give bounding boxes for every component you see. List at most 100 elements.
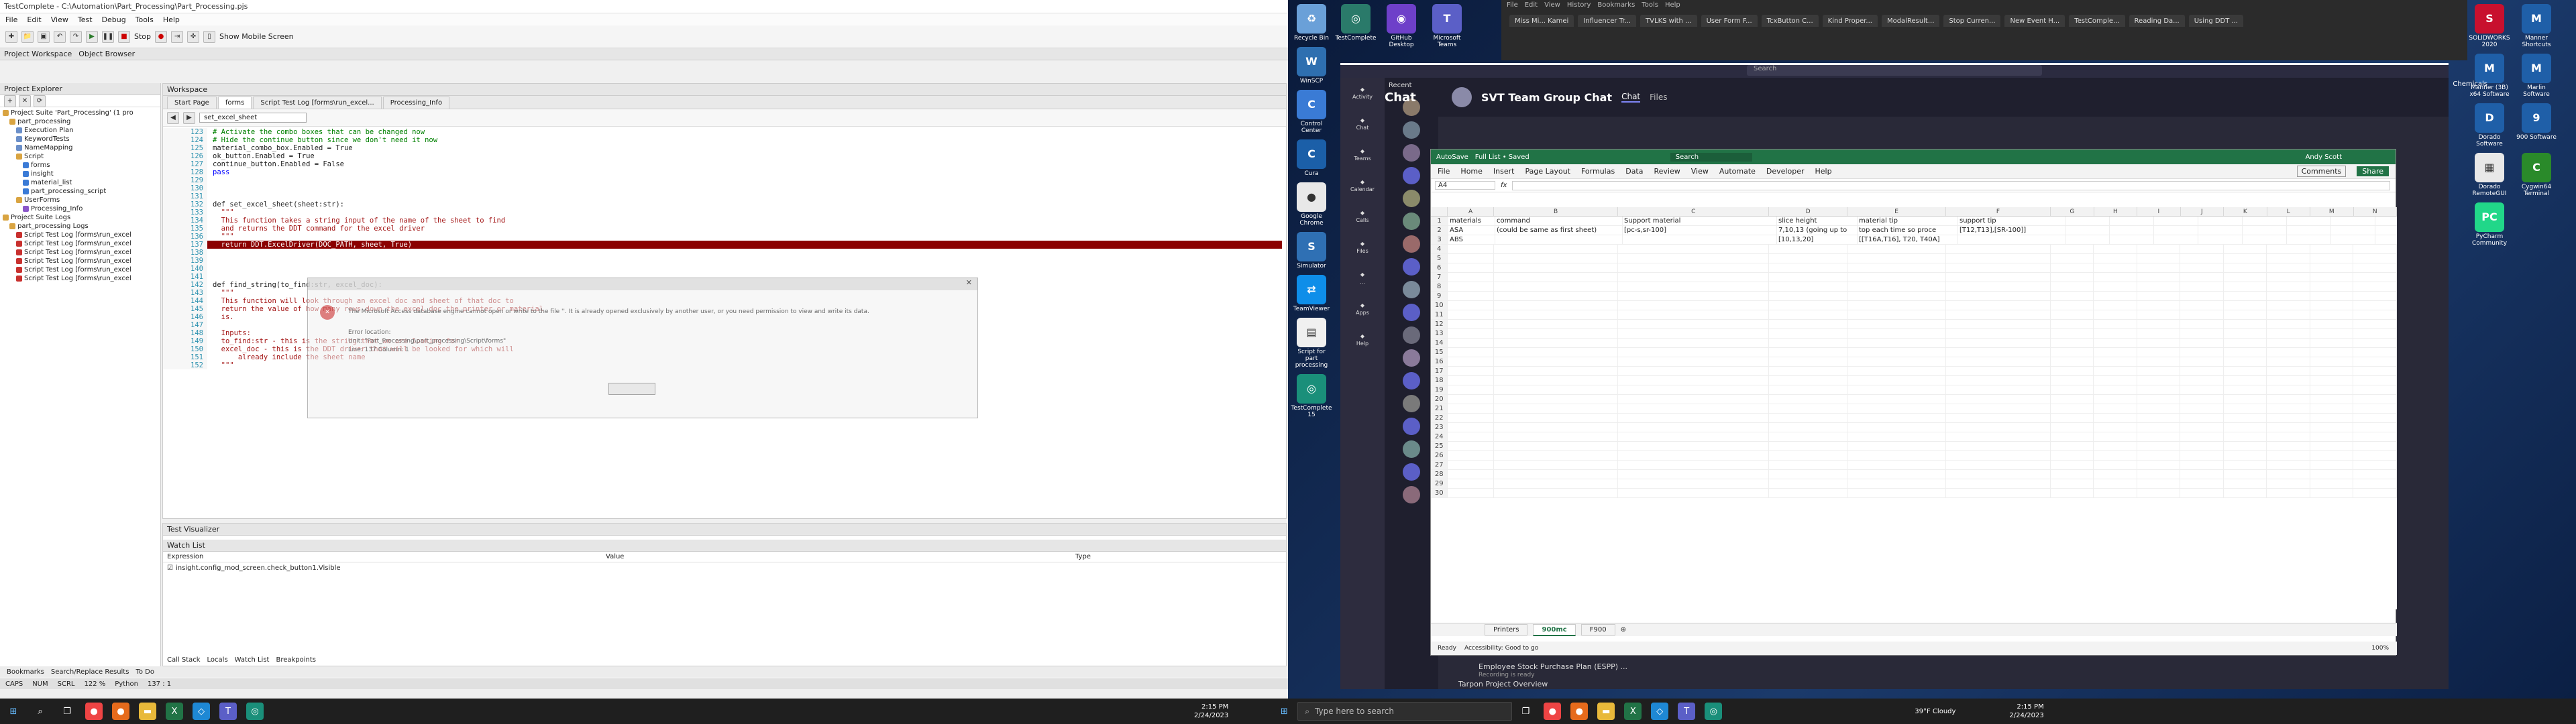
sheet-cell[interactable] — [2310, 245, 2354, 253]
sheet-cell[interactable] — [1448, 282, 1494, 291]
browser-menu-item[interactable]: History — [1567, 1, 1591, 9]
sheet-cell[interactable] — [1847, 451, 1946, 460]
sheet-cell[interactable] — [1946, 442, 2051, 450]
sheet-cell[interactable] — [1847, 404, 1946, 413]
sheet-row[interactable]: 18 — [1431, 376, 2397, 385]
sheet-cell[interactable] — [1769, 376, 1848, 385]
vscode-icon-2[interactable]: ◇ — [1651, 703, 1669, 720]
sheet-cell[interactable] — [2137, 310, 2181, 319]
sheet-cell[interactable] — [2310, 254, 2354, 263]
col-value[interactable]: Value — [606, 553, 1075, 560]
sheet-cell[interactable] — [1946, 310, 2051, 319]
sheet-cell[interactable] — [2180, 254, 2224, 263]
zoom-level[interactable]: 100% — [2371, 645, 2389, 652]
sheet-cell[interactable] — [2094, 320, 2137, 328]
sheet-cell[interactable] — [1769, 470, 1848, 479]
sheet-cell[interactable] — [2137, 479, 2181, 488]
avatar[interactable] — [1403, 395, 1420, 412]
browser-menu-item[interactable]: Help — [1665, 1, 1680, 9]
sheet-cell[interactable] — [2331, 217, 2375, 225]
show-mobile-screen[interactable]: Show Mobile Screen — [219, 32, 294, 41]
sheet-cell[interactable] — [2137, 395, 2181, 404]
sheet-cell[interactable]: slice height — [1777, 217, 1858, 225]
taskbar-search[interactable]: ⌕ Type here to search — [1297, 702, 1513, 721]
sheet-cell[interactable] — [1769, 348, 1848, 357]
sheet-cell[interactable] — [2137, 273, 2181, 282]
sheet-cell[interactable] — [2180, 461, 2224, 469]
sheet-cell[interactable] — [2310, 432, 2354, 441]
sheet-cell[interactable] — [1494, 282, 1619, 291]
sheet-cell[interactable] — [1847, 461, 1946, 469]
sheet-cell[interactable] — [2051, 245, 2094, 253]
sheet-cell[interactable] — [2094, 245, 2137, 253]
tree-item[interactable]: Processing_Info — [3, 204, 158, 213]
sheet-cell[interactable] — [2267, 385, 2310, 394]
desktop-icon[interactable]: ● Google Chrome — [1291, 182, 1332, 227]
sheet-cell[interactable] — [2224, 423, 2267, 432]
avatar[interactable] — [1403, 190, 1420, 207]
sheet-cell[interactable] — [2310, 376, 2354, 385]
stop-label[interactable]: Stop — [134, 32, 151, 41]
sheet-cell[interactable] — [2137, 282, 2181, 291]
sheet-cell[interactable] — [1494, 367, 1619, 375]
sheet-cell[interactable] — [1618, 339, 1769, 347]
sheet-row[interactable]: 15 — [1431, 348, 2397, 357]
sheet-cell[interactable] — [2353, 395, 2397, 404]
row-header[interactable]: 30 — [1431, 489, 1448, 497]
task-view-icon-2[interactable]: ❐ — [1517, 703, 1534, 720]
sheet-cell[interactable] — [2331, 235, 2375, 244]
sheet-cell[interactable] — [2180, 348, 2224, 357]
sheet-cell[interactable] — [1946, 292, 2051, 300]
sheet-cell[interactable] — [2310, 461, 2354, 469]
sheet-cell[interactable] — [2224, 451, 2267, 460]
sheet-cell[interactable] — [1769, 489, 1848, 497]
sheet-cell[interactable] — [1494, 320, 1619, 328]
sheet-cell[interactable] — [1847, 414, 1946, 422]
sheet-cell[interactable] — [1448, 404, 1494, 413]
row-header[interactable]: 15 — [1431, 348, 1448, 357]
row-header[interactable]: 13 — [1431, 329, 1448, 338]
sheet-cell[interactable] — [1448, 329, 1494, 338]
vscode-icon[interactable]: ◇ — [193, 703, 210, 720]
sheet-cell[interactable] — [1946, 320, 2051, 328]
sheet-cell[interactable] — [2094, 301, 2137, 310]
sheet-cell[interactable] — [2224, 310, 2267, 319]
avatar[interactable] — [1403, 258, 1420, 276]
excel-search[interactable]: Search — [1670, 152, 1753, 162]
code-line[interactable]: and returns the DDT command for the exce… — [213, 225, 1282, 233]
watch-row[interactable]: ☑ insight.config_mod_screen.check_button… — [163, 562, 1286, 573]
sheet-cell[interactable] — [1494, 470, 1619, 479]
sheet-cell[interactable] — [2224, 367, 2267, 375]
column-header[interactable]: H — [2094, 207, 2138, 216]
sheet-cell[interactable] — [1847, 320, 1946, 328]
sheet-cell[interactable] — [2224, 292, 2267, 300]
search-icon[interactable]: ⌕ — [32, 703, 49, 720]
sheet-cell[interactable] — [2137, 461, 2181, 469]
sheet-cell[interactable] — [2180, 339, 2224, 347]
rail-item[interactable]: ◆... — [1340, 263, 1385, 294]
sheet-cell[interactable] — [2353, 339, 2397, 347]
sheet-cell[interactable] — [2353, 470, 2397, 479]
sheet-cell[interactable]: (could be same as first sheet) — [1495, 226, 1623, 235]
sheet-cell[interactable] — [2180, 263, 2224, 272]
sheet-cell[interactable] — [2267, 470, 2310, 479]
sheet-cell[interactable] — [2137, 245, 2181, 253]
chrome-icon[interactable]: ● — [85, 703, 103, 720]
sheet-cell[interactable] — [1946, 423, 2051, 432]
sheet-cell[interactable] — [1448, 461, 1494, 469]
sheet-cell[interactable] — [1847, 357, 1946, 366]
sheet-cell[interactable] — [2180, 357, 2224, 366]
sheet-cell[interactable]: [pc-s,sr-100] — [1623, 226, 1777, 235]
sheet-cell[interactable] — [2224, 432, 2267, 441]
redo-icon[interactable]: ↷ — [70, 30, 82, 43]
row-header[interactable]: 18 — [1431, 376, 1448, 385]
sheet-cell[interactable] — [2180, 414, 2224, 422]
sheet-cell[interactable] — [2353, 348, 2397, 357]
sheet-cell[interactable] — [1494, 357, 1619, 366]
windows-start-icon[interactable]: ⊞ — [5, 703, 22, 720]
debug-tab[interactable]: Watch List — [235, 656, 270, 664]
sheet-cell[interactable]: 7,10,13 (going up to — [1777, 226, 1858, 235]
debug-tab[interactable]: Locals — [207, 656, 228, 664]
sheet-cell[interactable] — [2310, 301, 2354, 310]
teams-search[interactable]: Search — [1747, 65, 2042, 76]
